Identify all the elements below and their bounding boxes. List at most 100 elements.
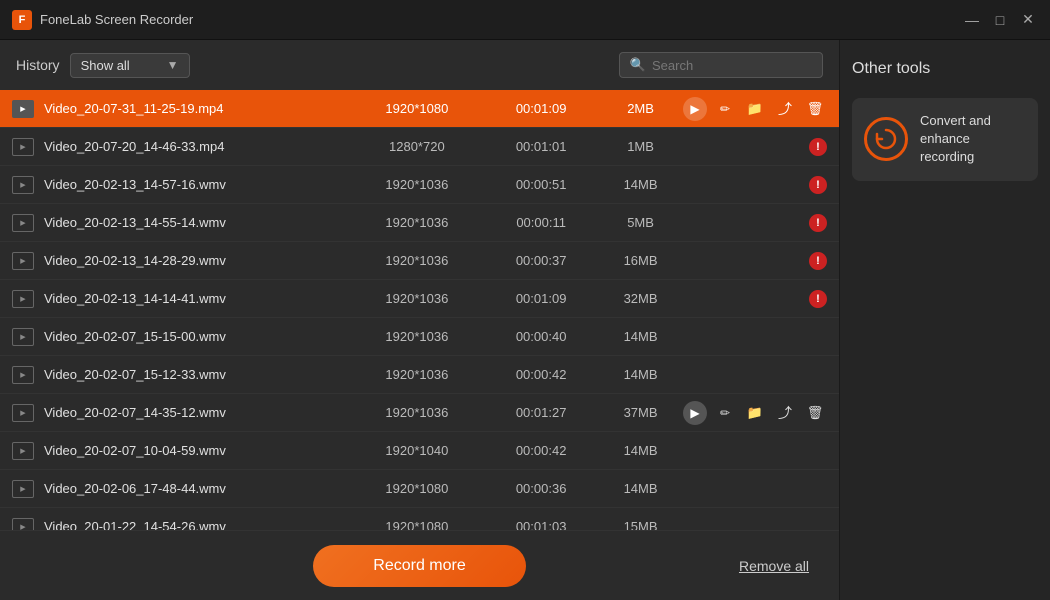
file-actions: !	[678, 252, 827, 270]
search-input[interactable]	[652, 58, 812, 73]
file-size: 15MB	[603, 519, 678, 530]
tool-card-label: Convert and enhance recording	[920, 112, 1026, 167]
file-resolution: 1920*1036	[355, 291, 479, 306]
file-resolution: 1920*1080	[355, 519, 479, 530]
file-actions: !	[678, 290, 827, 308]
file-duration: 00:00:40	[479, 329, 603, 344]
file-duration: 00:01:09	[479, 101, 603, 116]
file-duration: 00:00:42	[479, 367, 603, 382]
open-folder-button[interactable]: 📁	[743, 401, 767, 425]
convert-icon	[864, 117, 908, 161]
delete-button[interactable]: 🗑	[803, 97, 827, 121]
maximize-button[interactable]: □	[990, 10, 1010, 30]
file-resolution: 1920*1036	[355, 367, 479, 382]
record-more-button[interactable]: Record more	[313, 545, 525, 587]
file-duration: 00:01:03	[479, 519, 603, 530]
open-folder-button[interactable]: 📁	[743, 97, 767, 121]
table-row[interactable]: Video_20-02-13_14-57-16.wmv1920*103600:0…	[0, 166, 839, 204]
tool-card[interactable]: Convert and enhance recording	[852, 98, 1038, 181]
share-button[interactable]: ⤴	[773, 401, 797, 425]
table-row[interactable]: Video_20-02-13_14-14-41.wmv1920*103600:0…	[0, 280, 839, 318]
share-button[interactable]: ⤴	[773, 97, 797, 121]
app-icon: F	[12, 10, 32, 30]
file-name: Video_20-02-07_14-35-12.wmv	[44, 405, 355, 420]
title-bar: F FoneLab Screen Recorder — □ ✕	[0, 0, 1050, 40]
file-size: 14MB	[603, 329, 678, 344]
delete-button[interactable]: 🗑	[803, 401, 827, 425]
file-type-icon	[12, 518, 34, 531]
table-row[interactable]: Video_20-02-07_15-15-00.wmv1920*103600:0…	[0, 318, 839, 356]
file-type-icon	[12, 252, 34, 270]
app-title: FoneLab Screen Recorder	[40, 12, 193, 27]
file-resolution: 1920*1036	[355, 405, 479, 420]
file-resolution: 1920*1036	[355, 329, 479, 344]
file-size: 16MB	[603, 253, 678, 268]
edit-button[interactable]: ✏	[713, 97, 737, 121]
file-type-icon	[12, 290, 34, 308]
file-type-icon	[12, 442, 34, 460]
play-button[interactable]: ▶	[683, 401, 707, 425]
search-icon: 🔍	[630, 57, 646, 73]
filter-dropdown[interactable]: Show all ▼	[70, 53, 190, 78]
file-name: Video_20-01-22_14-54-26.wmv	[44, 519, 355, 530]
remove-all-button[interactable]: Remove all	[739, 558, 809, 574]
file-name: Video_20-07-31_11-25-19.mp4	[44, 101, 355, 116]
file-name: Video_20-02-13_14-14-41.wmv	[44, 291, 355, 306]
file-type-icon	[12, 138, 34, 156]
table-row[interactable]: Video_20-02-13_14-55-14.wmv1920*103600:0…	[0, 204, 839, 242]
table-row[interactable]: Video_20-02-13_14-28-29.wmv1920*103600:0…	[0, 242, 839, 280]
file-actions: !	[678, 138, 827, 156]
history-label: History	[16, 57, 60, 73]
file-type-icon	[12, 328, 34, 346]
file-name: Video_20-02-07_10-04-59.wmv	[44, 443, 355, 458]
table-row[interactable]: Video_20-02-06_17-48-44.wmv1920*108000:0…	[0, 470, 839, 508]
file-type-icon	[12, 100, 34, 118]
error-badge: !	[809, 138, 827, 156]
file-size: 32MB	[603, 291, 678, 306]
other-tools-title: Other tools	[852, 60, 1038, 78]
filter-value: Show all	[81, 58, 159, 73]
file-duration: 00:01:01	[479, 139, 603, 154]
file-actions: !	[678, 214, 827, 232]
file-size: 14MB	[603, 177, 678, 192]
table-row[interactable]: Video_20-07-31_11-25-19.mp41920*108000:0…	[0, 90, 839, 128]
right-panel: Other tools Convert and enhance recordin…	[840, 40, 1050, 600]
file-size: 5MB	[603, 215, 678, 230]
file-type-icon	[12, 176, 34, 194]
file-name: Video_20-02-13_14-57-16.wmv	[44, 177, 355, 192]
table-row[interactable]: Video_20-02-07_10-04-59.wmv1920*104000:0…	[0, 432, 839, 470]
file-name: Video_20-02-13_14-28-29.wmv	[44, 253, 355, 268]
close-button[interactable]: ✕	[1018, 10, 1038, 30]
tool-cards: Convert and enhance recording	[852, 98, 1038, 181]
file-resolution: 1920*1036	[355, 215, 479, 230]
play-button[interactable]: ▶	[683, 97, 707, 121]
chevron-down-icon: ▼	[167, 58, 179, 72]
file-duration: 00:00:36	[479, 481, 603, 496]
file-size: 37MB	[603, 405, 678, 420]
file-actions: ▶✏📁⤴🗑	[678, 97, 827, 121]
file-list: Video_20-07-31_11-25-19.mp41920*108000:0…	[0, 90, 839, 530]
error-badge: !	[809, 290, 827, 308]
file-name: Video_20-02-06_17-48-44.wmv	[44, 481, 355, 496]
file-name: Video_20-07-20_14-46-33.mp4	[44, 139, 355, 154]
file-size: 2MB	[603, 101, 678, 116]
table-row[interactable]: Video_20-02-07_14-35-12.wmv1920*103600:0…	[0, 394, 839, 432]
file-duration: 00:01:27	[479, 405, 603, 420]
file-resolution: 1280*720	[355, 139, 479, 154]
main-layout: History Show all ▼ 🔍 Video_20-07-31_11-2…	[0, 40, 1050, 600]
file-resolution: 1920*1080	[355, 481, 479, 496]
edit-button[interactable]: ✏	[713, 401, 737, 425]
error-badge: !	[809, 252, 827, 270]
file-size: 14MB	[603, 481, 678, 496]
file-duration: 00:00:42	[479, 443, 603, 458]
file-resolution: 1920*1040	[355, 443, 479, 458]
file-duration: 00:00:51	[479, 177, 603, 192]
window-controls: — □ ✕	[962, 10, 1038, 30]
table-row[interactable]: Video_20-01-22_14-54-26.wmv1920*108000:0…	[0, 508, 839, 530]
file-resolution: 1920*1036	[355, 253, 479, 268]
file-actions: !	[678, 176, 827, 194]
table-row[interactable]: Video_20-07-20_14-46-33.mp41280*72000:01…	[0, 128, 839, 166]
table-row[interactable]: Video_20-02-07_15-12-33.wmv1920*103600:0…	[0, 356, 839, 394]
file-name: Video_20-02-07_15-12-33.wmv	[44, 367, 355, 382]
minimize-button[interactable]: —	[962, 10, 982, 30]
